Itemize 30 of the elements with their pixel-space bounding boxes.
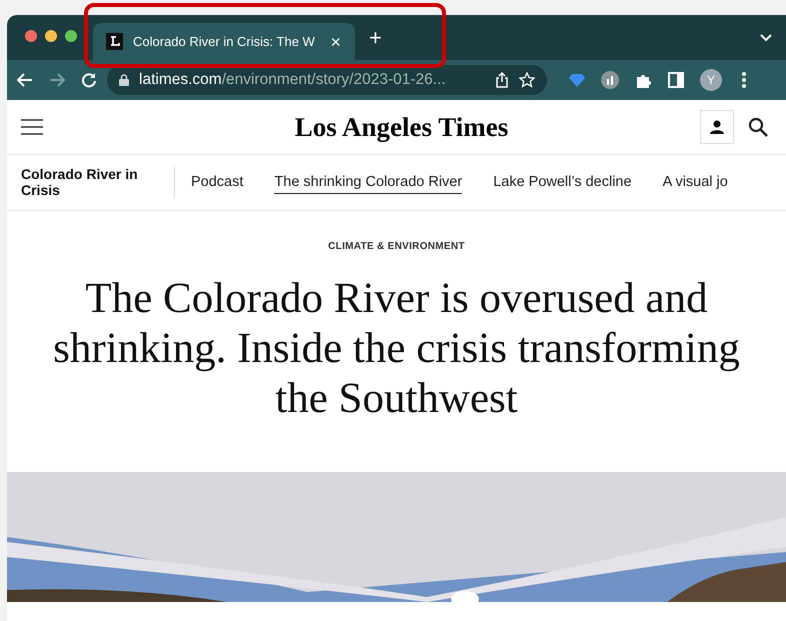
forward-icon[interactable] bbox=[49, 73, 65, 87]
star-icon[interactable] bbox=[519, 72, 535, 88]
nav-link[interactable]: The shrinking Colorado River bbox=[274, 174, 462, 194]
minimize-window-button[interactable] bbox=[45, 30, 57, 42]
share-icon[interactable] bbox=[495, 72, 509, 88]
side-panel-icon[interactable] bbox=[668, 72, 684, 88]
search-icon[interactable] bbox=[748, 117, 768, 137]
maximize-window-button[interactable] bbox=[65, 30, 77, 42]
person-icon bbox=[710, 120, 724, 134]
nav-link[interactable]: Podcast bbox=[191, 174, 244, 194]
reload-icon[interactable] bbox=[81, 72, 97, 88]
browser-tab[interactable]: Colorado River in Crisis: The W × bbox=[93, 23, 355, 60]
section-title[interactable]: Colorado River in Crisis bbox=[21, 167, 175, 198]
article-kicker[interactable]: CLIMATE & ENVIRONMENT bbox=[7, 241, 786, 252]
site-logo[interactable]: Los Angeles Times bbox=[103, 112, 700, 142]
menu-icon[interactable] bbox=[21, 119, 43, 135]
menu-icon[interactable] bbox=[742, 72, 746, 88]
article-headline: The Colorado River is overused and shrinking. Inside the crisis transforming the Southwest bbox=[52, 274, 741, 424]
chevron-down-icon[interactable] bbox=[760, 34, 772, 42]
lock-icon bbox=[119, 74, 129, 86]
nav-link[interactable]: Lake Powell’s decline bbox=[493, 174, 632, 194]
account-button[interactable] bbox=[700, 110, 734, 144]
chart-icon[interactable] bbox=[601, 71, 619, 89]
back-icon[interactable] bbox=[17, 73, 33, 87]
nav-link[interactable]: A visual jo bbox=[662, 174, 728, 194]
new-tab-button[interactable]: + bbox=[365, 26, 386, 48]
site-favicon-icon bbox=[106, 33, 123, 50]
close-window-button[interactable] bbox=[25, 30, 37, 42]
close-tab-button[interactable]: × bbox=[326, 32, 345, 50]
address-bar[interactable]: latimes.com/environment/story/2023-01-26... bbox=[107, 65, 547, 95]
